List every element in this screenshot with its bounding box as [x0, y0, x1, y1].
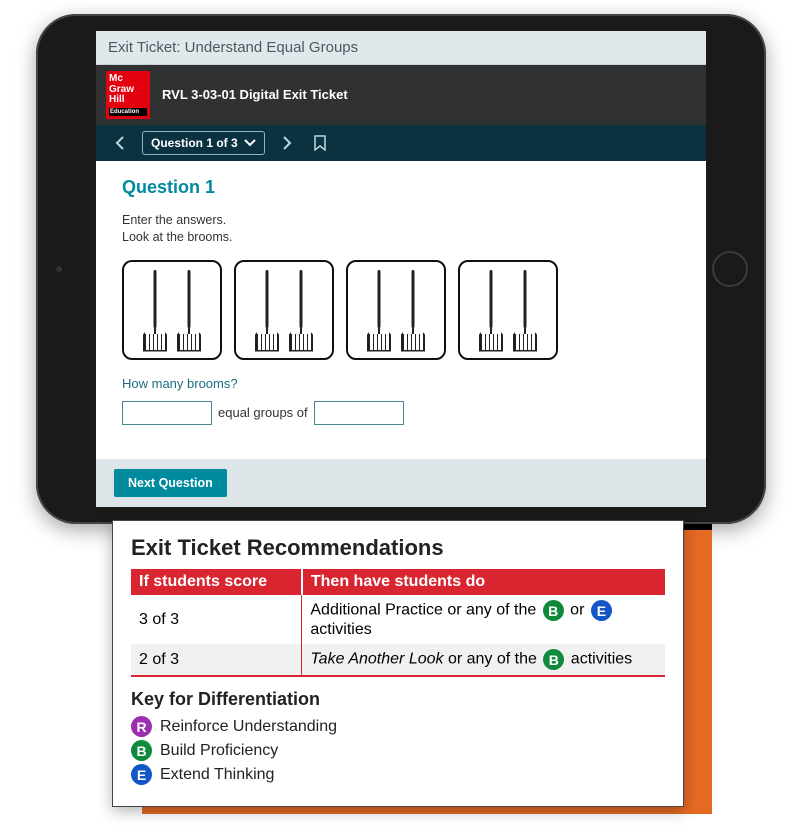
reco-action-cell: Take Another Look or any of the B activi…	[302, 644, 665, 676]
chevron-right-icon	[282, 136, 292, 150]
fill-mid-text: equal groups of	[218, 405, 308, 420]
broom-group	[458, 260, 558, 360]
question-title: Question 1	[122, 177, 680, 198]
broom-group	[122, 260, 222, 360]
fill-in-row: equal groups of	[122, 401, 680, 425]
mcgraw-hill-logo: Mc Graw Hill Education	[106, 71, 150, 119]
badge-E: E	[591, 600, 612, 621]
table-row: 3 of 3Additional Practice or any of the …	[131, 595, 665, 644]
badge-B: B	[543, 649, 564, 670]
page-title: Exit Ticket: Understand Equal Groups	[96, 31, 706, 65]
reco-th-do: Then have students do	[302, 569, 665, 595]
key-title: Key for Differentiation	[131, 689, 665, 710]
broom-groups-row	[122, 260, 680, 360]
key-label: Extend Thinking	[160, 766, 274, 784]
broom-icon	[255, 270, 279, 352]
badge-R: R	[131, 716, 152, 737]
key-item: E Extend Thinking	[131, 764, 665, 785]
next-question-nav-button[interactable]	[275, 131, 299, 155]
groups-count-input[interactable]	[122, 401, 212, 425]
key-label: Reinforce Understanding	[160, 718, 337, 736]
reco-score-cell: 3 of 3	[131, 595, 302, 644]
broom-group	[346, 260, 446, 360]
broom-icon	[367, 270, 391, 352]
badge-B: B	[131, 740, 152, 761]
exit-ticket-recommendations-card: Exit Ticket Recommendations If students …	[112, 520, 684, 807]
key-item: B Build Proficiency	[131, 740, 665, 761]
reco-score-cell: 2 of 3	[131, 644, 302, 676]
question-navbar: Question 1 of 3	[96, 125, 706, 161]
broom-icon	[513, 270, 537, 352]
tablet-screen: Exit Ticket: Understand Equal Groups Mc …	[96, 31, 706, 507]
reco-th-score: If students score	[131, 569, 302, 595]
tablet-frame: Exit Ticket: Understand Equal Groups Mc …	[36, 14, 766, 524]
question-select-dropdown[interactable]: Question 1 of 3	[142, 131, 265, 155]
prev-question-button[interactable]	[108, 131, 132, 155]
table-row: 2 of 3Take Another Look or any of the B …	[131, 644, 665, 676]
broom-icon	[401, 270, 425, 352]
broom-group	[234, 260, 334, 360]
broom-icon	[289, 270, 313, 352]
bookmark-icon	[314, 135, 326, 151]
app-header: Mc Graw Hill Education RVL 3-03-01 Digit…	[96, 65, 706, 125]
question-footer: Next Question	[96, 459, 706, 507]
broom-icon	[143, 270, 167, 352]
key-label: Build Proficiency	[160, 742, 278, 760]
badge-B: B	[543, 600, 564, 621]
question-body: Question 1 Enter the answers. Look at th…	[96, 161, 706, 459]
next-question-button[interactable]: Next Question	[114, 469, 227, 497]
chevron-down-icon	[244, 139, 256, 147]
bookmark-button[interactable]	[309, 132, 331, 154]
badge-E: E	[131, 764, 152, 785]
key-item: R Reinforce Understanding	[131, 716, 665, 737]
reco-title: Exit Ticket Recommendations	[131, 535, 665, 561]
lesson-title: RVL 3-03-01 Digital Exit Ticket	[162, 87, 348, 102]
question-prompt: How many brooms?	[122, 376, 680, 391]
per-group-count-input[interactable]	[314, 401, 404, 425]
question-instructions: Enter the answers. Look at the brooms.	[122, 212, 680, 246]
broom-icon	[177, 270, 201, 352]
reco-action-cell: Additional Practice or any of the B or E…	[302, 595, 665, 644]
reco-table: If students score Then have students do …	[131, 569, 665, 677]
question-select-label: Question 1 of 3	[151, 136, 238, 150]
chevron-left-icon	[115, 136, 125, 150]
key-list: R Reinforce Understanding B Build Proficien…	[131, 716, 665, 785]
broom-icon	[479, 270, 503, 352]
